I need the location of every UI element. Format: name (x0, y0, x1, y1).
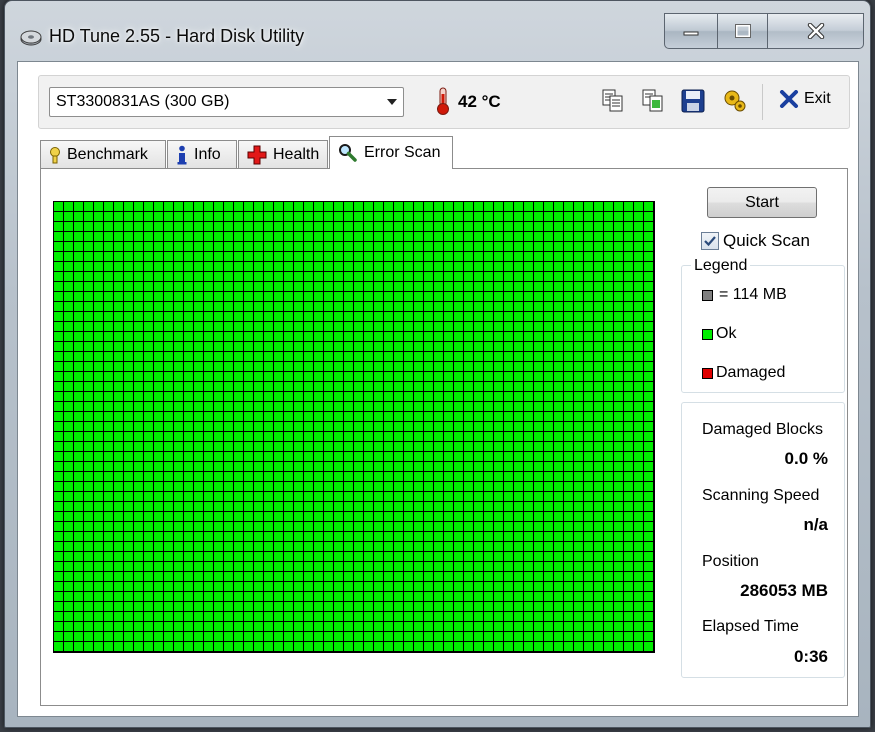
damaged-blocks-value: 0.0 % (784, 449, 828, 468)
drive-select-value: ST3300831AS (300 GB) (56, 93, 230, 110)
start-button[interactable]: Start (707, 187, 817, 218)
benchmark-icon (49, 146, 61, 164)
toolbar: ST3300831AS (300 GB) 42 °C Exit (38, 75, 850, 129)
copy-text-icon[interactable] (600, 88, 626, 114)
maximize-icon (734, 24, 751, 38)
tab-benchmark-label: Benchmark (67, 145, 148, 163)
save-icon[interactable] (680, 88, 706, 114)
close-icon (807, 23, 824, 39)
hard-disk-app-icon (20, 30, 42, 46)
magnifier-icon (338, 143, 358, 163)
legend-item-ok: Ok (702, 325, 736, 343)
quick-scan-checkbox[interactable] (701, 232, 719, 250)
legend-title: Legend (691, 257, 751, 275)
exit-button[interactable]: Exit (779, 90, 831, 108)
options-icon[interactable] (722, 88, 748, 114)
legend-block-size-label: = 114 MB (719, 286, 787, 303)
legend-damaged-label: Damaged (716, 364, 786, 381)
elapsed-time-label: Elapsed Time (702, 618, 799, 635)
position-value: 286053 MB (740, 581, 828, 600)
window-title: HD Tune 2.55 - Hard Disk Utility (49, 26, 305, 46)
minimize-button[interactable] (664, 13, 718, 49)
thermometer-icon (437, 87, 449, 115)
app-window: HD Tune 2.55 - Hard Disk Utility ST33008… (4, 0, 871, 728)
client-area: ST3300831AS (300 GB) 42 °C Exit Benchmar… (17, 61, 859, 717)
elapsed-time-value: 0:36 (793, 647, 828, 666)
scanning-speed-label: Scanning Speed (702, 487, 820, 504)
tab-info-label: Info (194, 145, 221, 163)
scan-stats-group: Damaged Blocks 0.0 % Scanning Speed n/a … (681, 402, 845, 678)
legend-item-block-size: = 114 MB (702, 286, 787, 304)
tab-info[interactable]: Info (167, 140, 237, 168)
info-icon (176, 145, 188, 165)
tab-health[interactable]: Health (238, 140, 328, 168)
green-swatch (702, 328, 713, 340)
caption-buttons (664, 13, 864, 49)
quick-scan-label: Quick Scan (723, 231, 810, 250)
maximize-button[interactable] (718, 13, 768, 49)
block-map (53, 201, 655, 653)
quick-scan-option[interactable]: Quick Scan (701, 231, 810, 251)
tab-benchmark[interactable]: Benchmark (40, 140, 166, 168)
copy-screenshot-icon[interactable] (640, 88, 666, 114)
minimize-icon (683, 31, 699, 36)
title-bar[interactable]: HD Tune 2.55 - Hard Disk Utility (5, 1, 870, 61)
tab-error-scan-label: Error Scan (364, 144, 441, 161)
damaged-blocks-label: Damaged Blocks (702, 421, 823, 438)
gray-swatch (702, 289, 713, 301)
position-label: Position (702, 553, 759, 570)
close-button[interactable] (768, 13, 864, 49)
drive-select[interactable]: ST3300831AS (300 GB) (49, 87, 404, 117)
tab-health-label: Health (273, 145, 320, 163)
start-label: Start (745, 193, 779, 211)
scanning-speed-value: n/a (803, 515, 828, 534)
error-scan-panel: Start Quick Scan Legend = 114 MB Ok Dama… (40, 168, 848, 706)
legend-item-damaged: Damaged (702, 364, 785, 382)
toolbar-separator (762, 84, 763, 120)
health-cross-icon (247, 145, 267, 165)
chevron-down-icon (387, 99, 397, 105)
close-x-icon (780, 90, 798, 108)
red-swatch (702, 367, 713, 379)
exit-label: Exit (804, 90, 831, 107)
checkmark-icon (704, 236, 716, 247)
temperature-readout: 42 °C (458, 92, 501, 111)
legend-group: Legend = 114 MB Ok Damaged (681, 257, 845, 393)
legend-ok-label: Ok (716, 325, 737, 342)
tab-error-scan[interactable]: Error Scan (329, 136, 453, 169)
